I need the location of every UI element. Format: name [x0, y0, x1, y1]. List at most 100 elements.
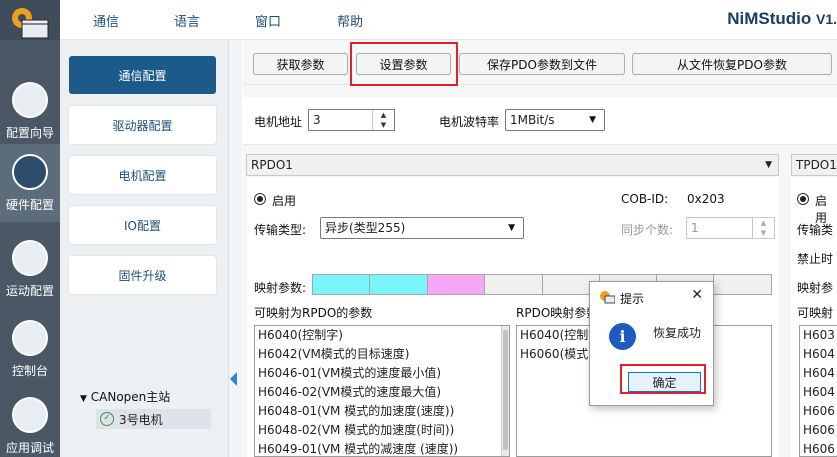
restore-pdo-button[interactable]: 从文件恢复PDO参数 [632, 53, 832, 75]
tree-root-canopen[interactable]: ▼ CANopen主站 [80, 388, 216, 405]
menu-comm[interactable]: 通信 [93, 11, 119, 30]
rail-label: 配置向导 [5, 126, 54, 140]
scroll-thumb[interactable] [503, 330, 508, 450]
chevron-down-icon: ▼ [508, 223, 515, 233]
rail-item-hardware-config[interactable]: 硬件配置 [0, 144, 60, 222]
hardware-config-icon [12, 154, 48, 190]
trans-type-label: 传输类型: [254, 223, 307, 237]
menu-help[interactable]: 帮助 [337, 11, 363, 30]
menu-window[interactable]: 窗口 [255, 11, 281, 30]
rail-label: 运动配置 [5, 284, 54, 298]
list-item[interactable]: H606 [800, 421, 837, 440]
rpdo-title: RPDO1 [251, 158, 293, 172]
stepper-arrows-icon: ▲ ▼ [752, 218, 774, 238]
collapse-arrow-icon[interactable] [230, 372, 237, 386]
gear-logo-icon [12, 8, 49, 39]
map-label: 映射参数: [254, 281, 307, 295]
info-icon: i [609, 323, 636, 350]
sync-count-label: 同步个数: [621, 223, 674, 237]
app-window: 通信 语言 窗口 帮助 NiMStudio V1. 配置向导 硬件配置 运动配置… [0, 0, 837, 457]
chevron-down-icon: ▼ [765, 160, 772, 170]
menu-language[interactable]: 语言 [174, 11, 200, 30]
list-item[interactable]: H606 [800, 440, 837, 456]
map-slot-8[interactable] [713, 274, 772, 295]
expand-triangle-icon[interactable]: ▼ [80, 394, 87, 404]
rail-label: 应用调试 [5, 441, 54, 455]
highlight-box-ok [620, 364, 706, 394]
list-item[interactable]: H604 [800, 383, 837, 402]
tpdo-title: TPDO1 [796, 158, 837, 172]
nav-firmware-upgrade[interactable]: 固件升级 [69, 256, 216, 294]
cobid-value: 0x203 [687, 192, 725, 206]
save-pdo-button[interactable]: 保存PDO参数到文件 [459, 53, 625, 75]
trans-type-select[interactable]: 异步(类型255) ▼ [320, 217, 524, 239]
rpdo-select[interactable]: RPDO1 ▼ [246, 154, 779, 176]
list-item[interactable]: H6046-01(VM模式的速度最小值) [255, 364, 509, 383]
map-slot-4[interactable] [484, 274, 543, 295]
nav-driver-config[interactable]: 驱动器配置 [69, 106, 216, 144]
tpdo-mappable-label: 可映射 [797, 306, 834, 320]
list-item[interactable]: H6048-01(VM 模式的加速度(速度)) [255, 402, 509, 421]
map-slot-2[interactable] [369, 274, 428, 295]
rail-item-app-debug[interactable]: 应用调试 [0, 387, 60, 457]
motor-addr-stepper[interactable]: 3 ▲ ▼ [308, 109, 395, 131]
nav-motor-config[interactable]: 电机配置 [69, 156, 216, 194]
nav-io-config[interactable]: IO配置 [69, 206, 216, 244]
mapped-label: RPDO映射参数 [516, 306, 599, 320]
app-logo [0, 0, 60, 40]
list-item[interactable]: H6048-02(VM 模式的加速度(时间)) [255, 421, 509, 440]
tpdo-select[interactable]: TPDO1 [791, 154, 837, 176]
tpdo-panel: 启用 传输类 禁止时 映射参 可映射 H603 H604 H604 H604 H… [791, 177, 837, 457]
rail-item-motion-config[interactable]: 运动配置 [0, 230, 60, 308]
list-item[interactable]: H604 [800, 364, 837, 383]
map-slot-3[interactable] [427, 274, 485, 295]
sync-count-stepper: 1 ▲ ▼ [686, 217, 775, 239]
close-icon[interactable]: ✕ [691, 287, 703, 303]
rpdo-enable-radio[interactable] [254, 193, 266, 205]
list-item[interactable]: H6049-01(VM 模式的减速度 (速度)) [255, 440, 509, 456]
dialog-title: 提示 [620, 292, 645, 306]
tree-node-motor-3[interactable]: ✓ 3号电机 [96, 409, 211, 429]
baud-select[interactable]: 1MBit/s ▼ [505, 109, 605, 131]
device-tree: ▼ CANopen主站 ✓ 3号电机 [80, 388, 216, 429]
list-item[interactable]: H603 [800, 326, 837, 345]
list-item[interactable]: H6040(控制字) [255, 326, 509, 345]
tree-root-label: CANopen主站 [90, 390, 171, 404]
list-item[interactable]: H604 [800, 345, 837, 364]
cobid-label: COB-ID: [621, 192, 669, 206]
console-gauge-icon [12, 320, 48, 356]
sync-count-value: 1 [691, 221, 699, 235]
tpdo-map-label: 映射参 [797, 281, 834, 295]
app-small-icon [600, 291, 615, 304]
rail-label: 控制台 [11, 364, 48, 378]
get-params-button[interactable]: 获取参数 [253, 53, 348, 75]
baud-label: 电机波特率 [439, 115, 500, 129]
tpdo-inhibit-label: 禁止时 [797, 252, 834, 266]
app-debug-icon [12, 397, 48, 433]
tpdo-enable-radio[interactable] [797, 193, 809, 205]
list-item[interactable]: H6046-02(VM模式的速度最大值) [255, 383, 509, 402]
menu-bar: 通信 语言 窗口 帮助 NiMStudio V1. [0, 0, 837, 40]
panel-splitter[interactable] [228, 40, 242, 457]
brand-name: NiMStudio [727, 9, 812, 28]
tpdo-mappable-list[interactable]: H603 H604 H604 H604 H606 H606 H606 [799, 325, 837, 457]
brand-title: NiMStudio V1. [727, 9, 837, 29]
motor-addr-value: 3 [313, 113, 321, 127]
list-scrollbar[interactable] [501, 326, 509, 456]
trans-type-value: 异步(类型255) [325, 221, 406, 235]
rpdo-enable-label: 启用 [272, 194, 297, 208]
baud-value: 1MBit/s [510, 113, 555, 127]
highlight-box [350, 42, 458, 86]
stepper-arrows-icon[interactable]: ▲ ▼ [372, 110, 394, 130]
rail-item-config-wizard[interactable]: 配置向导 [0, 72, 60, 150]
mappable-list[interactable]: H6040(控制字) H6042(VM模式的目标速度) H6046-01(VM模… [254, 325, 510, 457]
list-item[interactable]: H6042(VM模式的目标速度) [255, 345, 509, 364]
check-circle-icon: ✓ [100, 412, 114, 426]
pdo-toolbar: 获取参数 设置参数 保存PDO参数到文件 从文件恢复PDO参数 [243, 40, 837, 85]
dialog-message: 恢复成功 [653, 326, 702, 340]
rail-item-console[interactable]: 控制台 [0, 310, 60, 388]
motor-addr-label: 电机地址 [254, 115, 303, 129]
list-item[interactable]: H606 [800, 402, 837, 421]
nav-comm-config[interactable]: 通信配置 [69, 56, 216, 94]
map-slot-1[interactable] [312, 274, 370, 295]
